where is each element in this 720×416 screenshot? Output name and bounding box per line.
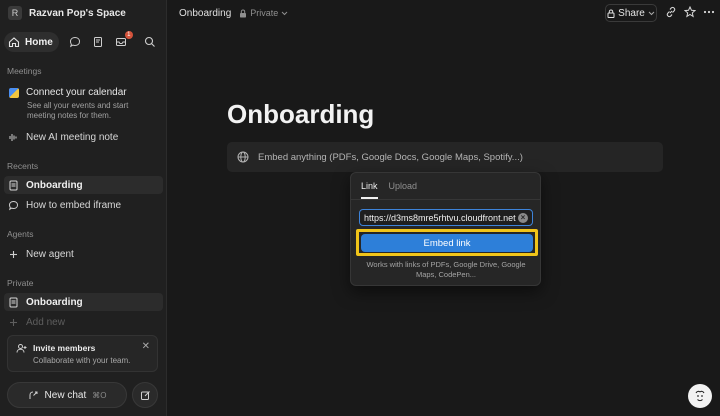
invite-members-icon (16, 343, 27, 357)
star-icon[interactable] (683, 5, 697, 21)
add-new-button[interactable]: Add new (4, 313, 163, 331)
embed-hint: Works with links of PDFs, Google Drive, … (366, 260, 526, 279)
search-icon[interactable] (144, 36, 156, 51)
workspace-name: Razvan Pop's Space (29, 7, 126, 19)
plus-icon (10, 250, 17, 258)
connect-calendar[interactable]: Connect your calendar See all your event… (9, 87, 159, 121)
new-agent-label: New agent (26, 248, 74, 260)
embed-tabs: Link Upload (361, 181, 417, 199)
chat-icon[interactable] (68, 35, 82, 49)
embed-link-button[interactable]: Embed link (361, 234, 533, 252)
tab-link[interactable]: Link (361, 181, 378, 199)
new-chat-button[interactable]: New chat ⌘O (7, 382, 127, 408)
globe-icon (237, 151, 249, 163)
share-label: Share (618, 7, 645, 19)
calendar-icon (9, 87, 19, 98)
invite-title: Invite members (33, 343, 96, 353)
inbox-icon[interactable]: 1 (114, 31, 133, 49)
recent-label: How to embed iframe (26, 199, 122, 211)
add-new-label: Add new (26, 316, 65, 328)
private-item-onboarding[interactable]: Onboarding (4, 293, 163, 311)
workspace-avatar: R (8, 6, 22, 20)
new-ai-meeting-note[interactable]: New AI meeting note (4, 128, 163, 146)
help-button[interactable] (688, 384, 712, 408)
recents-heading: Recents (7, 161, 39, 171)
recent-label: Onboarding (26, 179, 83, 191)
calendar-subtitle: See all your events and start meeting no… (27, 101, 129, 120)
top-nav: Home 1 (4, 31, 133, 52)
lock-icon (607, 8, 615, 18)
new-chat-label: New chat (44, 389, 87, 401)
invite-members-card[interactable]: Invite members Collaborate with your tea… (7, 335, 158, 372)
recent-item-embed-iframe[interactable]: How to embed iframe (4, 196, 163, 214)
sidebar: R Razvan Pop's Space Home 1 Meetings Con… (0, 0, 167, 416)
help-face-icon (695, 390, 705, 402)
lock-icon (240, 8, 247, 17)
compose-icon (140, 390, 150, 400)
new-chat-shortcut: ⌘O (92, 390, 107, 400)
invite-subtitle: Collaborate with your team. (33, 356, 131, 365)
embed-block[interactable]: Embed anything (PDFs, Google Docs, Googl… (227, 142, 663, 172)
more-options-icon[interactable] (703, 6, 715, 21)
privacy-label: Private (250, 8, 279, 18)
calendar-title: Connect your calendar (26, 87, 127, 98)
privacy-selector[interactable]: Private (239, 8, 288, 18)
tab-upload[interactable]: Upload (389, 181, 418, 199)
meetings-heading: Meetings (7, 66, 42, 76)
chevron-down-icon (648, 11, 655, 15)
chevron-down-icon (281, 11, 288, 15)
compose-button[interactable] (132, 382, 158, 408)
close-icon[interactable]: ✕ (142, 341, 150, 352)
embed-popover: Link Upload × Embed link Works with link… (350, 172, 541, 286)
plus-icon (10, 318, 17, 326)
workspace-switcher[interactable]: R Razvan Pop's Space (8, 5, 126, 21)
private-heading: Private (7, 278, 34, 288)
home-button[interactable]: Home (4, 32, 59, 52)
recent-item-onboarding[interactable]: Onboarding (4, 176, 163, 194)
copy-link-icon[interactable] (665, 6, 677, 21)
agents-heading: Agents (7, 229, 34, 239)
breadcrumb: Onboarding Private (179, 7, 288, 19)
page-icon (9, 297, 18, 307)
private-label: Onboarding (26, 296, 83, 308)
tab-divider (351, 199, 540, 200)
new-chat-icon (29, 391, 38, 399)
waveform-icon (9, 133, 17, 141)
chat-bubble-icon (8, 200, 19, 210)
share-button[interactable]: Share (605, 4, 657, 22)
inbox-badge: 1 (124, 31, 133, 39)
breadcrumb-page[interactable]: Onboarding (179, 8, 231, 19)
new-agent-button[interactable]: New agent (4, 245, 163, 263)
clear-input-icon[interactable]: × (518, 213, 528, 223)
notes-icon[interactable] (91, 35, 105, 49)
home-icon (8, 37, 20, 48)
ai-note-label: New AI meeting note (26, 131, 119, 143)
embed-placeholder: Embed anything (PDFs, Google Docs, Googl… (258, 151, 523, 163)
page-title[interactable]: Onboarding (227, 99, 374, 130)
embed-url-input[interactable] (359, 209, 533, 226)
home-label: Home (25, 36, 53, 48)
page-icon (9, 180, 18, 190)
